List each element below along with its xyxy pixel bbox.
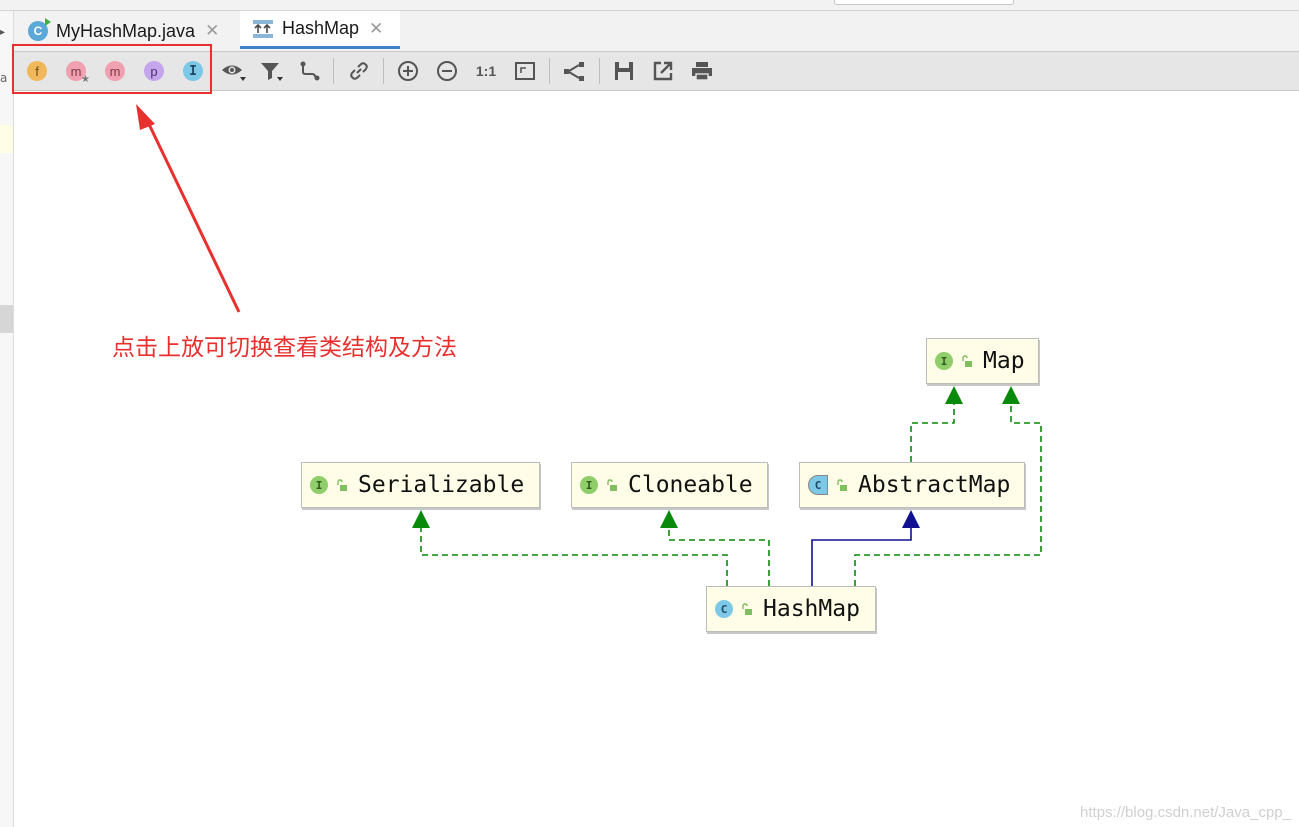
node-hashmap[interactable]: C HashMap (706, 586, 876, 632)
node-label: Serializable (358, 472, 525, 498)
diagram-edges (136, 104, 1042, 586)
edge-abstractmap-map (910, 403, 955, 462)
unlocked-icon (337, 479, 347, 491)
interface-icon: I (580, 476, 598, 494)
interface-icon: I (310, 476, 328, 494)
arrowhead (660, 510, 678, 528)
interface-icon: I (935, 352, 953, 370)
unlocked-icon (837, 479, 847, 491)
node-label: Map (983, 348, 1025, 374)
node-label: Cloneable (628, 472, 753, 498)
unlocked-icon (742, 603, 752, 615)
node-label: HashMap (763, 596, 860, 622)
node-cloneable[interactable]: I Cloneable (571, 462, 768, 508)
node-map[interactable]: I Map (926, 338, 1039, 384)
annotation-arrow (136, 104, 241, 313)
arrowhead (945, 386, 963, 404)
edge-hashmap-serializable (420, 527, 728, 586)
annotation-text: 点击上放可切换查看类结构及方法 (112, 335, 457, 361)
arrowhead (412, 510, 430, 528)
unlocked-icon (607, 479, 617, 491)
unlocked-icon (962, 355, 972, 367)
watermark: https://blog.csdn.net/Java_cpp_ (1080, 804, 1291, 821)
abstract-class-icon: C (808, 475, 828, 495)
node-label: AbstractMap (858, 472, 1011, 498)
arrowhead (902, 510, 920, 528)
edge-hashmap-cloneable (668, 527, 770, 586)
edge-hashmap-abstractmap (811, 527, 912, 586)
node-serializable[interactable]: I Serializable (301, 462, 540, 508)
arrowhead (1002, 386, 1020, 404)
class-icon: C (715, 600, 733, 618)
node-abstractmap[interactable]: C AbstractMap (799, 462, 1025, 508)
